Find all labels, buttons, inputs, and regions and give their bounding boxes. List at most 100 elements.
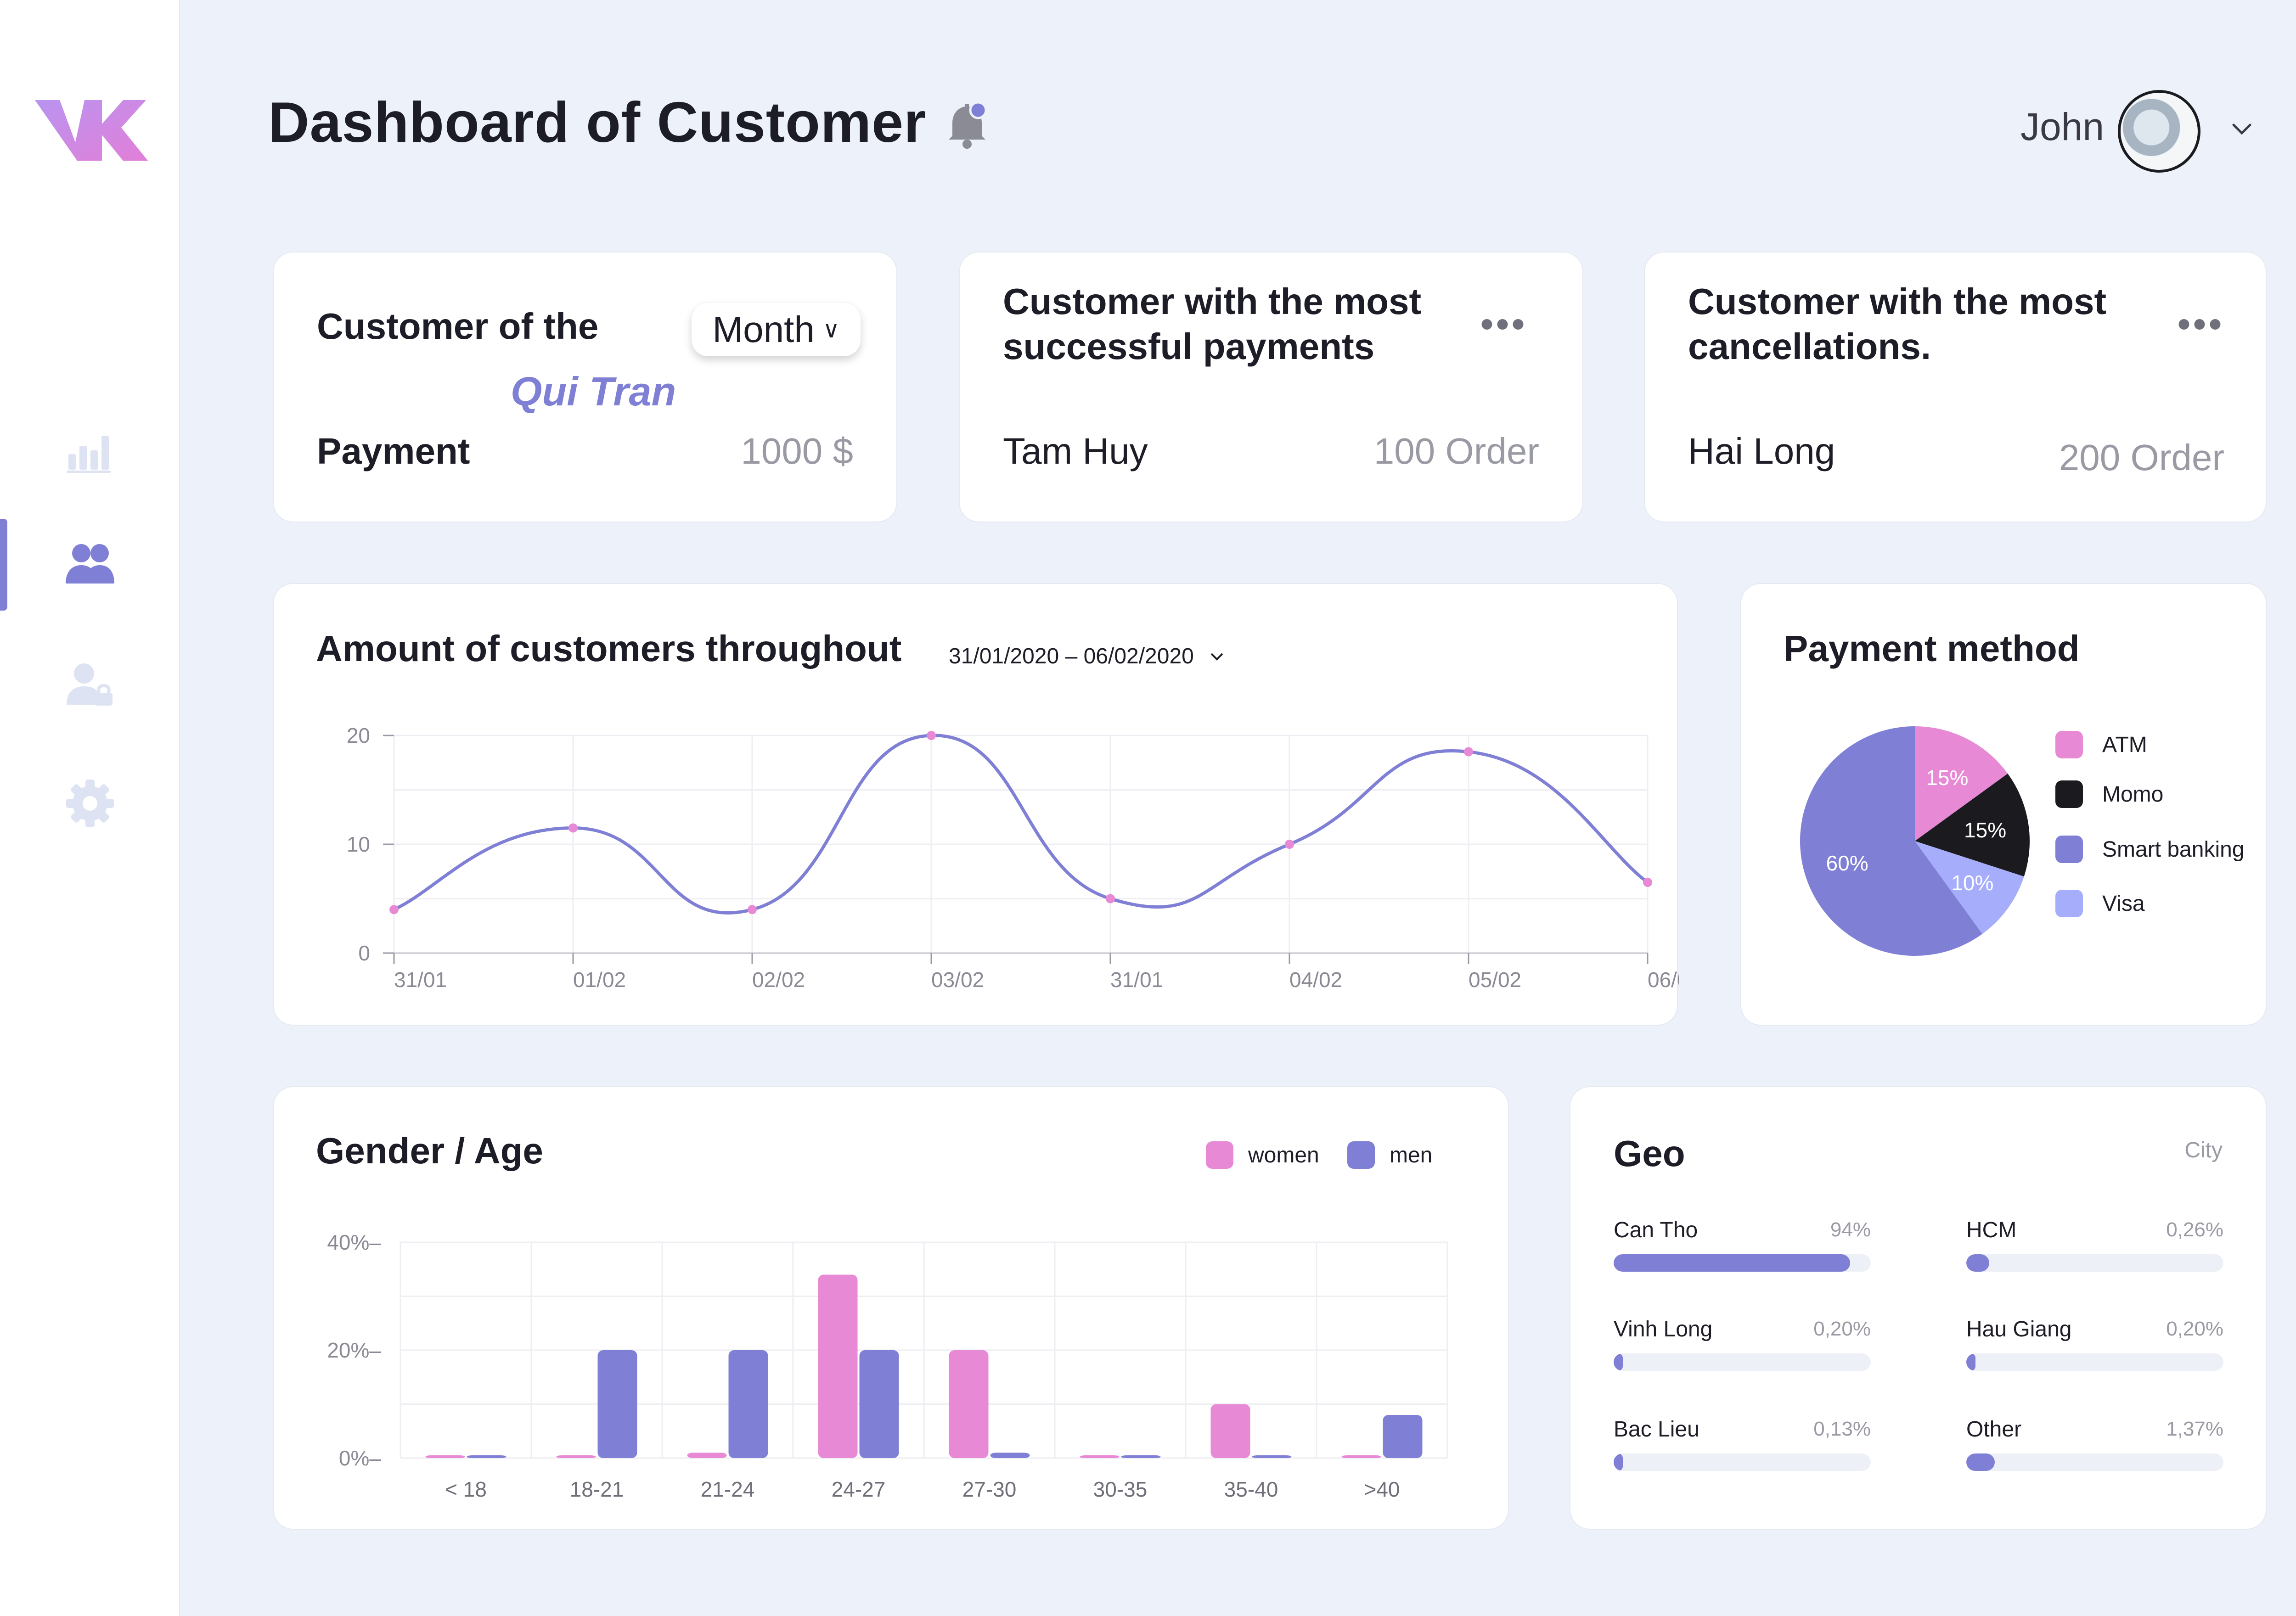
data-point[interactable] [389,905,399,915]
bar-women[interactable] [1210,1404,1250,1459]
x-tick-label: >40 [1364,1477,1400,1501]
bar-women[interactable] [1080,1455,1120,1458]
user-lock-icon [67,663,113,706]
y-tick-label: 0 [358,941,370,965]
y-tick-label: 20 [347,724,370,747]
bar-women[interactable] [556,1455,596,1458]
geo-progress-fill [1614,1254,1851,1272]
data-point[interactable] [1643,877,1652,887]
customer-name: Qui Tran [511,369,676,414]
user-name[interactable]: John [2020,105,2104,149]
bar-men[interactable] [990,1453,1030,1458]
geo-progress-bar [1614,1254,1871,1272]
card-title-line1: Customer with the most [1688,281,2107,322]
bar-men[interactable] [1121,1455,1161,1458]
geo-progress-bar [1614,1353,1871,1371]
geo-city-percent: 0,20% [1813,1318,1871,1340]
data-point[interactable] [748,905,757,915]
x-tick-label: 21-24 [701,1477,755,1501]
sidebar-item-settings[interactable] [0,758,180,849]
more-menu-button[interactable]: ••• [1480,303,1527,345]
bar-women[interactable] [818,1274,858,1459]
customer-name: Hai Long [1688,431,1835,471]
geo-progress-fill [1966,1453,1995,1471]
geo-progress-fill [1614,1353,1623,1371]
x-tick-label: 27-30 [962,1477,1017,1501]
data-point[interactable] [1106,894,1115,903]
period-label: Month [712,309,815,350]
bar-women[interactable] [425,1455,465,1458]
geo-city-percent: 94% [1830,1218,1871,1241]
legend-item[interactable]: ATM [2055,731,2147,758]
geo-city-name: HCM [1966,1218,2017,1242]
pie-slice-label: 15% [1926,766,1968,790]
series-line [393,734,1649,915]
bar-chart: 0%– 20%– 40%– < 18 18-21 21-24 24-27 27-30 30-35… [327,1230,1448,1501]
most-successful-card: Customer with the most successful paymen… [959,252,1583,522]
bar-women[interactable] [1341,1455,1381,1458]
bar-men[interactable] [859,1350,899,1458]
geo-card: Geo City Can Tho 94% HCM 0,26% Vinh Long 0,20… [1570,1086,2267,1530]
bar-men[interactable] [1383,1415,1423,1458]
x-tick-label: 35-40 [1224,1477,1278,1501]
legend-label: Visa [2102,891,2145,916]
bar-women[interactable] [949,1350,989,1458]
card-title-line2: cancellations. [1688,326,1931,367]
sidebar-item-customers[interactable] [0,519,180,611]
bar-women[interactable] [687,1453,727,1458]
legend-item[interactable]: Momo [2055,780,2163,808]
payment-label: Payment [317,431,470,471]
pie-slice-label: 60% [1826,851,1868,875]
customer-of-month-card: Customer of the Month ∨ Qui Tran Payment… [273,252,897,522]
x-tick-label: 02/02 [752,968,805,992]
data-point[interactable] [1285,840,1294,849]
line-chart: 0 10 20 31/01 01/02 02/02 03/02 31/01 04/02 05/02… [347,724,1679,992]
legend-item[interactable]: Smart banking [2055,836,2245,863]
x-tick-label: < 18 [445,1477,487,1501]
card-title-line1: Customer with the most [1003,281,1422,322]
notification-bell-icon[interactable] [946,100,992,151]
most-cancellations-card: Customer with the most cancellations. ••… [1644,252,2267,522]
legend-item[interactable]: Visa [2055,890,2145,917]
data-point[interactable] [927,731,936,740]
geo-city-percent: 0,20% [2166,1318,2223,1340]
x-tick-label: 01/02 [573,968,626,992]
sidebar-item-stats[interactable] [0,404,180,496]
x-tick-label: 31/01 [394,968,447,992]
x-tick-label: 06/02 [1648,968,1679,992]
geo-city-percent: 1,37% [2166,1418,2223,1440]
geo-progress-fill [1966,1254,1990,1272]
gear-icon [66,780,114,827]
bar-chart-icon [67,436,111,473]
card-title-line2: successful payments [1003,326,1375,367]
geo-filter-dropdown[interactable]: City [2184,1138,2223,1163]
geo-city-percent: 0,26% [2166,1218,2223,1241]
geo-progress-fill [1614,1453,1623,1471]
legend-swatch [2055,836,2083,863]
chevron-down-icon[interactable] [2228,115,2256,142]
bar-men[interactable] [467,1455,506,1458]
data-point[interactable] [1464,747,1473,757]
more-menu-button[interactable]: ••• [2178,303,2224,345]
legend-swatch [2055,780,2083,808]
pie-slice-label: 10% [1951,871,1993,895]
x-tick-label: 04/02 [1289,968,1342,992]
payment-method-card: Payment method 15% 15% 10% 60% ATM Momo Smart… [1740,583,2267,1026]
period-dropdown[interactable]: Month ∨ [692,303,861,356]
y-tick-label: 40%– [327,1230,381,1254]
vk-logo-icon[interactable] [33,92,148,165]
bar-men[interactable] [728,1350,768,1458]
bar-men[interactable] [597,1350,637,1458]
sidebar-item-profile[interactable] [0,638,180,730]
pie-chart: 15% 15% 10% 60% [1800,726,2030,956]
avatar[interactable] [2118,90,2200,173]
x-tick-label: 24-27 [832,1477,886,1501]
pie-slice-label: 15% [1964,818,2006,842]
geo-city-name: Bac Lieu [1614,1417,1699,1442]
bar-men[interactable] [1252,1455,1292,1458]
geo-city-percent: 0,13% [1813,1418,1871,1440]
gender-age-card: Gender / Age women men 0%– 20%– 40%– < 18 18-… [273,1086,1509,1530]
y-tick-label: 20%– [327,1338,381,1362]
data-point[interactable] [568,823,578,833]
sidebar [0,0,180,1616]
